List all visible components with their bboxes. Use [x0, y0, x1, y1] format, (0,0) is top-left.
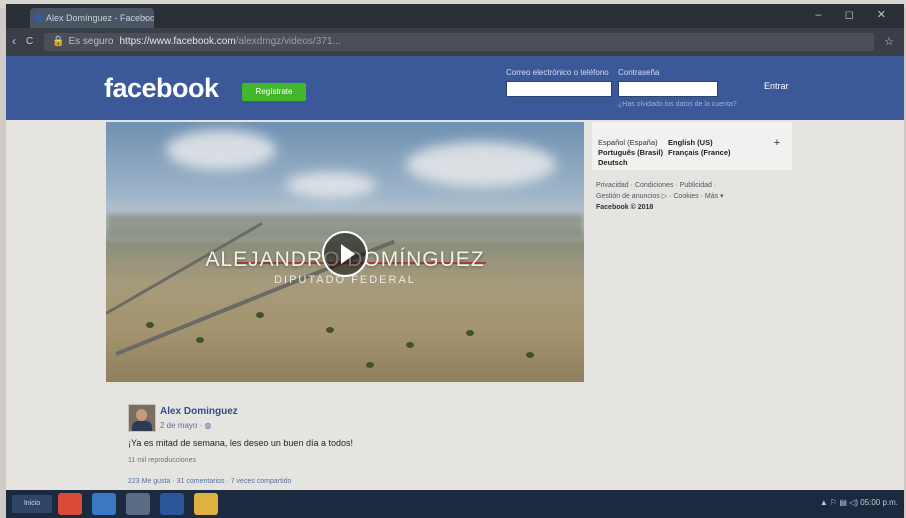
shrub: [146, 322, 154, 328]
url-input[interactable]: 🔒 Es seguro https://www.facebook.com/alexd…: [44, 33, 874, 51]
page-content: ALEJANDRO DOMÍNGUEZ DIPUTADO FEDERAL Ale…: [6, 120, 904, 490]
shrub: [406, 342, 414, 348]
url-host: https://www.facebook.com: [119, 36, 236, 47]
post-author[interactable]: Alex Dominguez: [160, 406, 238, 417]
signup-button[interactable]: Regístrate: [242, 83, 306, 101]
taskbar: Inicio ▲ ⚐ ▤ ◁) 05:00 p.m.: [6, 490, 904, 518]
start-button[interactable]: Inicio: [12, 495, 52, 513]
video-player[interactable]: ALEJANDRO DOMÍNGUEZ DIPUTADO FEDERAL: [106, 122, 584, 382]
shrub: [526, 352, 534, 358]
more-languages-button[interactable]: +: [770, 136, 784, 150]
secure-label: Es seguro: [68, 36, 114, 47]
cloud: [166, 130, 276, 170]
shrub: [326, 327, 334, 333]
ie-icon[interactable]: [92, 493, 116, 515]
cloud: [406, 142, 556, 187]
tab-title: Alex Domínguez - Facebook: [46, 13, 154, 23]
shrub: [366, 362, 374, 368]
chrome-icon[interactable]: [58, 493, 82, 515]
post-stats[interactable]: 223 Me gusta · 31 comentarios · 7 veces …: [128, 478, 291, 485]
reload-icon[interactable]: C: [26, 36, 33, 47]
language-link[interactable]: English (US): [668, 138, 713, 147]
language-link[interactable]: Français (France): [668, 148, 731, 157]
copyright: Facebook © 2018: [596, 204, 654, 211]
language-selector: Español (España) English (US) Português …: [592, 122, 792, 170]
post-text: ¡Ya es mitad de semana, les deseo un bue…: [128, 438, 353, 448]
tab-close-icon[interactable]: ×: [143, 8, 148, 28]
back-icon[interactable]: ‹: [12, 34, 16, 48]
lock-icon: 🔒: [52, 36, 65, 47]
avatar[interactable]: [128, 404, 156, 432]
footer-links: Privacidad · Condiciones · Publicidad · …: [596, 180, 796, 213]
bookmark-star-icon[interactable]: ☆: [884, 35, 894, 48]
facebook-header: facebook Regístrate Correo electrónico o…: [6, 56, 904, 120]
system-tray[interactable]: ▲ ⚐ ▤ ◁) 05:00 p.m.: [820, 498, 898, 507]
email-label: Correo electrónico o teléfono: [506, 68, 609, 77]
forgot-account-link[interactable]: ¿Has olvidado los datos de la cuenta?: [618, 101, 737, 108]
window-controls[interactable]: – ◻ ✕: [815, 8, 896, 21]
explorer-icon[interactable]: [126, 493, 150, 515]
password-field[interactable]: [618, 81, 718, 97]
view-count: 11 mil reproducciones: [128, 457, 196, 464]
post-date[interactable]: 2 de mayo · ◍: [160, 421, 211, 430]
browser-tab-bar: Alex Domínguez - Facebook × – ◻ ✕: [6, 4, 904, 28]
language-link[interactable]: Español (España): [598, 138, 658, 147]
password-label: Contraseña: [618, 68, 660, 77]
folder-icon[interactable]: [194, 493, 218, 515]
language-link[interactable]: Português (Brasil): [598, 148, 663, 157]
footer-links-row[interactable]: Privacidad · Condiciones · Publicidad ·: [596, 180, 796, 191]
browser-tab[interactable]: Alex Domínguez - Facebook ×: [30, 8, 154, 28]
facebook-logo[interactable]: facebook: [104, 73, 219, 104]
cloud: [286, 172, 376, 198]
shrub: [466, 330, 474, 336]
play-button-icon[interactable]: [322, 231, 368, 277]
shrub: [196, 337, 204, 343]
address-bar-row: ‹ C 🔒 Es seguro https://www.facebook.com/a…: [6, 28, 904, 56]
login-button[interactable]: Entrar: [764, 81, 789, 91]
facebook-favicon-icon: [34, 13, 43, 22]
footer-links-row[interactable]: Gestión de anuncios ▷ · Cookies · Más ▾: [596, 191, 796, 202]
monitor-screen: Alex Domínguez - Facebook × – ◻ ✕ ‹ C 🔒 E…: [6, 4, 904, 518]
language-link[interactable]: Deutsch: [598, 158, 628, 167]
word-icon[interactable]: [160, 493, 184, 515]
shrub: [256, 312, 264, 318]
email-field[interactable]: [506, 81, 612, 97]
url-path: /alexdmgz/videos/371...: [235, 36, 341, 47]
